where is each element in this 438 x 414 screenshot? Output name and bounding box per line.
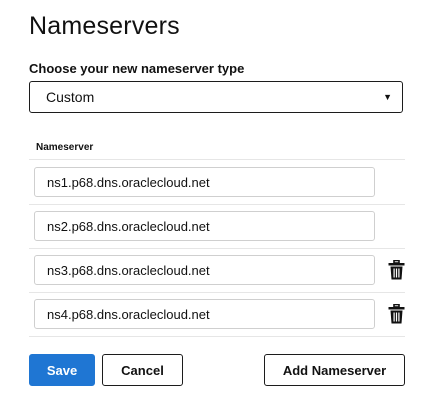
nameserver-type-select[interactable]: Custom ▼ xyxy=(29,81,403,113)
nameserver-column-header: Nameserver xyxy=(36,142,94,153)
nameserver-input-2[interactable] xyxy=(34,211,375,241)
divider xyxy=(29,159,405,160)
divider xyxy=(29,248,405,249)
dialog-title: Nameservers xyxy=(29,12,180,40)
divider xyxy=(29,292,405,293)
divider xyxy=(29,204,405,205)
nameservers-dialog: Nameservers Choose your new nameserver t… xyxy=(0,0,438,414)
nameserver-input-1[interactable] xyxy=(34,167,375,197)
nameserver-input-4[interactable] xyxy=(34,299,375,329)
divider xyxy=(29,336,405,337)
nameserver-type-value: Custom xyxy=(46,89,95,105)
nameserver-type-label: Choose your new nameserver type xyxy=(29,61,245,76)
cancel-button[interactable]: Cancel xyxy=(102,354,183,386)
save-button[interactable]: Save xyxy=(29,354,95,386)
chevron-down-icon: ▼ xyxy=(383,92,392,102)
nameserver-input-3[interactable] xyxy=(34,255,375,285)
trash-icon[interactable] xyxy=(388,260,405,280)
trash-icon[interactable] xyxy=(388,304,405,324)
add-nameserver-button[interactable]: Add Nameserver xyxy=(264,354,405,386)
